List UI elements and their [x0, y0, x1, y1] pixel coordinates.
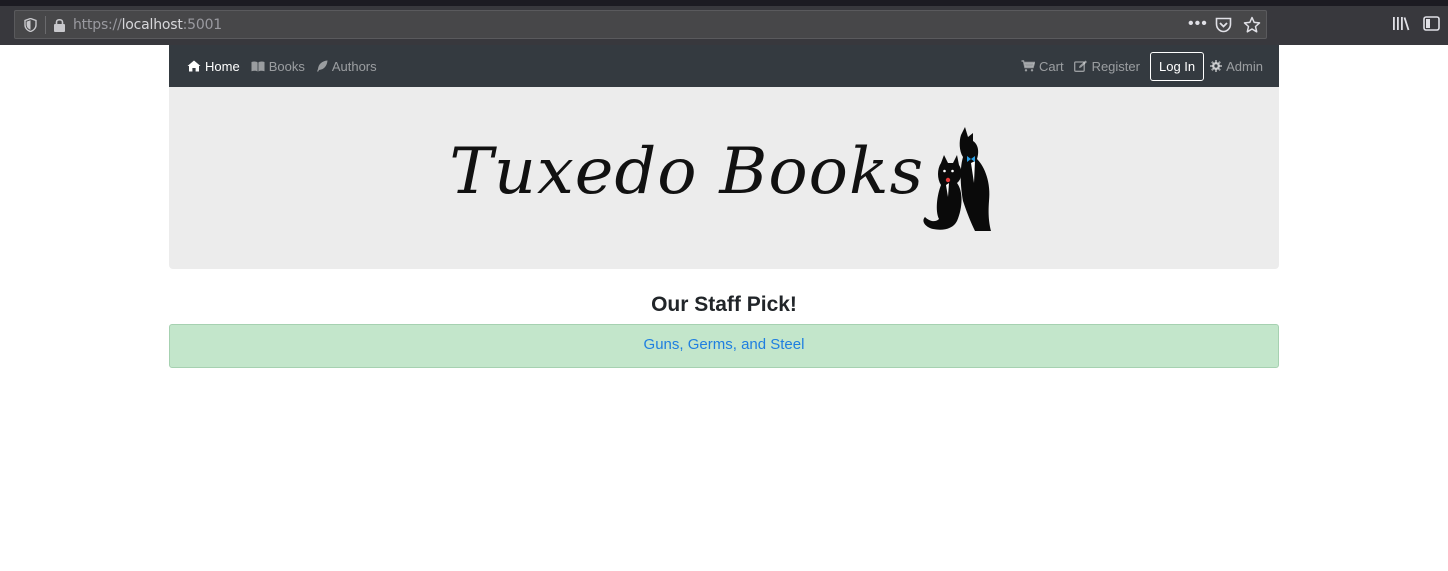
bookmark-star-icon[interactable]: [1243, 16, 1261, 34]
nav-home-link[interactable]: Home: [187, 59, 240, 74]
tuxedo-cats-logo: [923, 127, 991, 231]
feather-icon: [316, 60, 328, 72]
urlbar-separator: [45, 16, 46, 34]
hero-banner: Tuxedo Books: [169, 87, 1279, 269]
page-actions-menu-button[interactable]: •••: [1188, 15, 1208, 33]
cart-icon: [1021, 60, 1035, 72]
home-icon: [187, 60, 201, 72]
browser-toolbar: https://localhost:5001 •••: [0, 0, 1448, 45]
nav-admin-link[interactable]: Admin: [1210, 59, 1263, 74]
nav-authors-label: Authors: [331, 58, 377, 74]
browser-tabstrip: [0, 0, 1448, 6]
nav-books-link[interactable]: Books: [251, 59, 305, 74]
login-button[interactable]: Log In: [1149, 51, 1205, 81]
staff-pick-title: Our Staff Pick!: [651, 293, 797, 316]
shield-icon[interactable]: [24, 18, 37, 32]
navbar-left: Home Books Authors: [187, 59, 388, 74]
sidebar-toggle-icon[interactable]: [1423, 16, 1440, 31]
site-container: Home Books Authors Cart Register Log In: [169, 45, 1279, 368]
nav-home-label: Home: [205, 58, 240, 74]
nav-admin-label: Admin: [1226, 58, 1263, 74]
gear-icon: [1210, 60, 1223, 72]
nav-register-label: Register: [1091, 58, 1140, 74]
staff-pick-alert: Guns, Germs, and Steel: [169, 324, 1279, 368]
address-bar[interactable]: https://localhost:5001 •••: [14, 10, 1267, 39]
nav-authors-link[interactable]: Authors: [316, 59, 377, 74]
library-icon[interactable]: [1392, 16, 1410, 31]
lock-icon[interactable]: [53, 18, 66, 32]
navbar-right: Cart Register Log In Admin: [1011, 51, 1263, 81]
url-text[interactable]: https://localhost:5001: [73, 17, 222, 33]
nav-cart-link[interactable]: Cart: [1021, 59, 1064, 74]
main-navbar: Home Books Authors Cart Register Log In: [169, 45, 1279, 87]
book-icon: [251, 61, 265, 71]
nav-cart-label: Cart: [1039, 58, 1064, 74]
login-button-label: Log In: [1158, 58, 1196, 74]
nav-register-link[interactable]: Register: [1073, 58, 1140, 74]
nav-books-label: Books: [268, 58, 305, 74]
edit-icon: [1073, 60, 1087, 72]
pocket-icon[interactable]: [1215, 17, 1232, 33]
staff-pick-book-link[interactable]: Guns, Germs, and Steel: [644, 336, 805, 353]
site-logo-text: Tuxedo Books: [449, 135, 925, 209]
